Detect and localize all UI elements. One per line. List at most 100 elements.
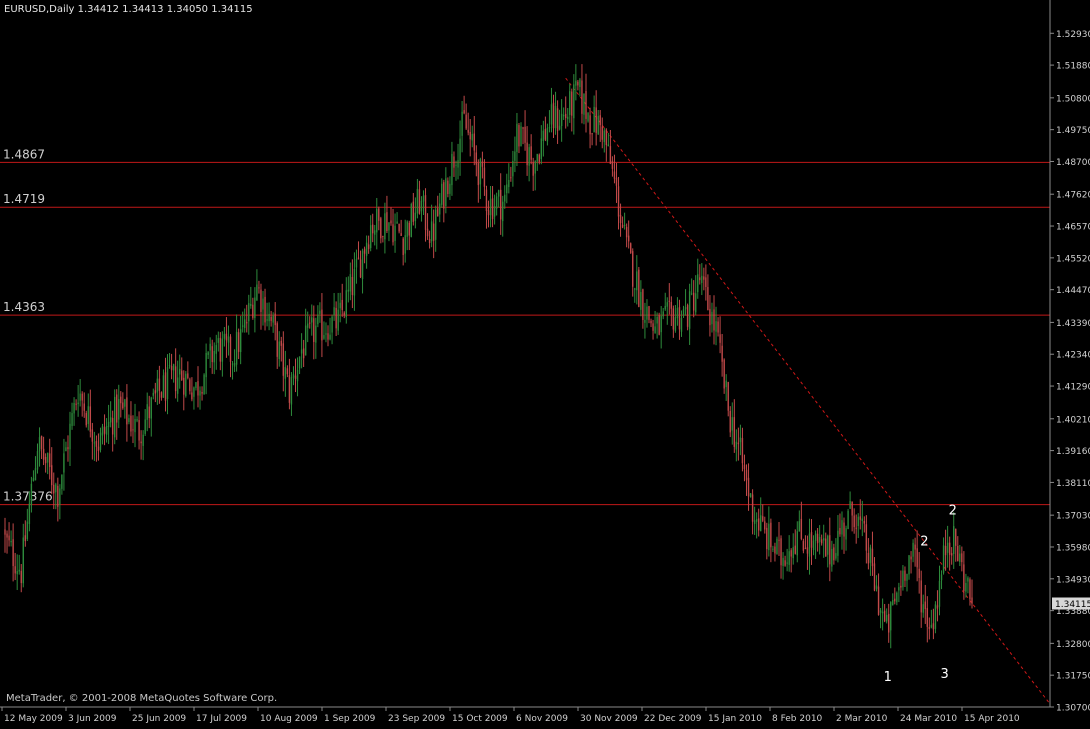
candle-body — [548, 127, 551, 129]
candle-body — [940, 574, 943, 581]
candle-body — [489, 199, 492, 216]
candle-body — [552, 102, 555, 129]
date-tick-label: 8 Feb 2010 — [772, 714, 823, 724]
candle-body — [481, 161, 484, 167]
candle-body — [107, 421, 110, 428]
candle-body — [717, 321, 719, 333]
candle-body — [599, 115, 601, 126]
price-tick-label: 1.44470 — [1056, 286, 1090, 296]
candle-body — [170, 366, 173, 371]
candle-body — [843, 522, 845, 537]
level-label: 1.4719 — [3, 192, 45, 206]
candle-body — [260, 289, 262, 312]
candle-body — [302, 348, 305, 359]
candle-body — [288, 375, 291, 403]
candle-body — [451, 153, 453, 186]
candle-body — [122, 402, 124, 409]
candle-body — [378, 208, 380, 221]
candle-body — [353, 268, 356, 296]
date-tick-label: 23 Sep 2009 — [388, 714, 445, 724]
level-label: 1.4363 — [3, 300, 45, 314]
candle-body — [946, 542, 949, 553]
candle-body — [944, 545, 947, 556]
candle-body — [816, 533, 819, 544]
candle-body — [445, 178, 447, 207]
candle-body — [867, 552, 870, 564]
candle-body — [928, 627, 931, 629]
candle-body — [294, 375, 297, 379]
date-tick-label: 6 Nov 2009 — [516, 714, 568, 724]
candle-body — [140, 441, 142, 444]
candle-body — [632, 251, 634, 287]
trendline[interactable] — [565, 77, 1051, 705]
candle-body — [638, 269, 640, 307]
candle-body — [434, 209, 437, 240]
candle-body — [782, 557, 784, 567]
candle-body — [619, 214, 622, 224]
candle-body — [646, 306, 648, 320]
candlestick-chart[interactable]: 1.4867 1.4719 1.4363 1.37376 1 2 3 2 1.52930 1.… — [0, 0, 1090, 725]
candle-body — [573, 84, 575, 119]
date-tick-label: 17 Jul 2009 — [196, 714, 247, 724]
candle-body — [536, 153, 538, 162]
candle-body — [625, 226, 628, 238]
candle-body — [528, 147, 530, 166]
candle-body — [376, 208, 378, 233]
candle-body — [457, 160, 459, 168]
candle-body — [105, 425, 108, 435]
candle-body — [963, 564, 965, 592]
candle-body — [386, 212, 388, 232]
date-tick-label: 2 Mar 2010 — [836, 714, 888, 724]
candle-body — [678, 307, 681, 330]
candle-body — [22, 537, 24, 584]
candle-body — [883, 610, 886, 622]
candle-body — [355, 259, 358, 268]
price-tick-label: 1.39160 — [1056, 447, 1090, 457]
price-tick-label: 1.32800 — [1056, 640, 1090, 650]
candle-body — [674, 317, 677, 331]
candle-body — [520, 126, 522, 147]
candle-body — [81, 393, 83, 401]
candle-body — [879, 610, 882, 613]
candle-body — [24, 535, 27, 542]
candle-body — [877, 586, 880, 615]
candle-body — [217, 338, 220, 343]
candle-body — [268, 313, 270, 322]
candle-body — [926, 608, 929, 627]
candle-body — [120, 396, 122, 404]
copyright-text: MetaTrader, © 2001-2008 MetaQuotes Softw… — [6, 693, 278, 704]
candle-body — [284, 367, 287, 379]
candle-body — [172, 364, 175, 371]
price-tick-label: 1.41290 — [1056, 383, 1090, 393]
candle-body — [703, 276, 705, 280]
candle-body — [912, 542, 914, 557]
candle-body — [948, 542, 951, 555]
candle-body — [595, 107, 597, 133]
candle-body — [855, 527, 857, 529]
ohlc-values: 1.34412 1.34413 1.34050 1.34115 — [77, 4, 253, 15]
candle-body — [461, 111, 463, 136]
candle-body — [51, 465, 53, 486]
candle-body — [142, 434, 144, 446]
candle-body — [873, 563, 876, 591]
candle-body — [209, 343, 211, 351]
candle-body — [869, 547, 872, 563]
chart-window[interactable]: 1.4867 1.4719 1.4363 1.37376 1 2 3 2 1.52930 1.… — [0, 0, 1090, 725]
candle-body — [349, 274, 352, 292]
candle-body — [406, 221, 408, 237]
candle-body — [246, 322, 248, 324]
candle-body — [205, 353, 207, 378]
candle-body — [134, 418, 136, 433]
candle-body — [603, 130, 605, 143]
candle-body — [231, 363, 234, 365]
candle-body — [179, 368, 181, 375]
candle-body — [331, 316, 333, 333]
candle-body — [414, 212, 417, 222]
candle-body — [798, 521, 801, 532]
candle-body — [298, 356, 301, 369]
candle-body — [16, 571, 18, 575]
candle-body — [727, 382, 729, 411]
candle-body — [550, 104, 553, 125]
candle-body — [250, 304, 252, 306]
candle-body — [617, 186, 620, 217]
